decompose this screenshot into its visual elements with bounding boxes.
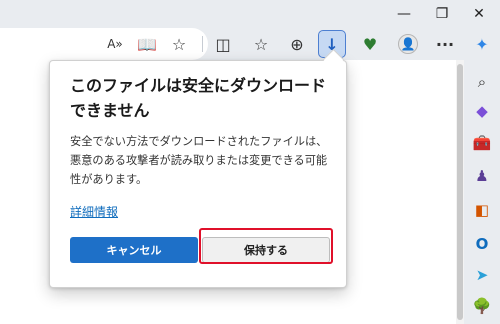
games-icon[interactable]: ♟ bbox=[470, 164, 494, 188]
immersive-reader-icon[interactable]: 📖 bbox=[133, 30, 161, 58]
search-icon[interactable]: ⌕ bbox=[470, 70, 494, 94]
tools-icon[interactable]: 🧰 bbox=[470, 131, 494, 155]
copilot-icon[interactable]: ✦ bbox=[468, 30, 496, 58]
extensions-icon[interactable]: ♥ bbox=[356, 30, 384, 58]
drop-icon[interactable]: ➤ bbox=[470, 263, 494, 287]
outlook-icon[interactable]: O bbox=[470, 232, 494, 256]
profile-button[interactable]: 👤 bbox=[394, 30, 422, 58]
dialog-message: 安全でない方法でダウンロードされたファイルは、悪意のある攻撃者が読み取りまたは変… bbox=[70, 135, 328, 186]
close-button[interactable]: ✕ bbox=[468, 4, 490, 24]
learn-more-link[interactable]: 詳細情報 bbox=[70, 203, 118, 220]
scrollbar-thumb[interactable] bbox=[457, 64, 463, 320]
shopping-icon[interactable]: ◆ bbox=[470, 99, 494, 123]
collections-icon[interactable]: ⊕ bbox=[283, 30, 311, 58]
more-menu-icon[interactable]: ··· bbox=[431, 30, 459, 58]
minimize-button[interactable]: — bbox=[393, 4, 415, 24]
dialog-title: このファイルは安全にダウンロードできません bbox=[70, 76, 327, 120]
cancel-button[interactable]: キャンセル bbox=[70, 237, 198, 263]
avatar-icon: 👤 bbox=[398, 34, 418, 54]
read-aloud-icon[interactable]: A» bbox=[101, 30, 129, 58]
office-icon[interactable]: ◧ bbox=[470, 198, 494, 222]
tree-icon[interactable]: 🌳 bbox=[470, 294, 494, 318]
restore-button[interactable]: ❐ bbox=[431, 4, 453, 24]
toolbar-separator bbox=[202, 36, 203, 52]
split-screen-icon[interactable]: ◫ bbox=[209, 30, 237, 58]
keep-button-highlight bbox=[199, 228, 333, 264]
favorites-icon[interactable]: ☆ bbox=[247, 30, 275, 58]
favorite-star-icon[interactable]: ☆ bbox=[165, 30, 193, 58]
title-bar bbox=[0, 0, 500, 28]
